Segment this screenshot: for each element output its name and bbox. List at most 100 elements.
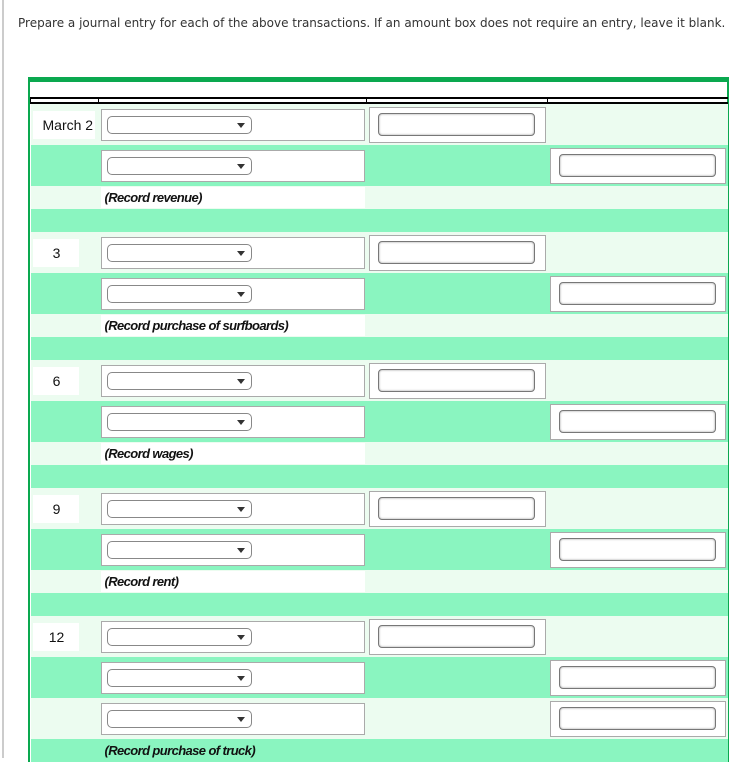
account-select[interactable] [106,540,252,559]
credit-amount-input[interactable] [558,538,716,561]
journal-line-debit: 12 [30,616,728,657]
cell [99,529,367,570]
account-select[interactable] [106,668,252,687]
cell: (Record purchase of surfboards) [99,314,367,337]
memo-row: (Record wages) [30,442,728,465]
cell [367,401,548,442]
debit-amount-input[interactable] [377,369,535,392]
entry-date: 12 [32,622,79,651]
cell [31,145,99,186]
cell [99,145,367,186]
debit-amount-input[interactable] [377,625,535,648]
cell [367,465,548,488]
entry-memo: (Record rent) [100,571,365,592]
account-cell [100,661,365,694]
cell [548,232,728,273]
debit-amount-input[interactable] [377,497,535,520]
account-select[interactable] [106,371,252,390]
cell [367,698,548,739]
cell [367,442,548,465]
account-cell [100,405,365,438]
journal-line-debit: 6 [30,360,728,401]
cell [367,314,548,337]
journal-line-credit [30,698,728,739]
debit-amount-input[interactable] [377,241,535,264]
account-select[interactable] [106,284,252,303]
cell [548,337,728,360]
debit-amount-cell [368,362,546,399]
cell [367,186,548,209]
cell [548,401,728,442]
cell [31,698,99,739]
cell [367,273,548,314]
cell [31,657,99,698]
cell [548,273,728,314]
account-cell [100,236,365,269]
credit-amount-input[interactable] [558,666,716,689]
spacer-row [30,337,728,360]
cell [548,103,728,145]
credit-amount-input[interactable] [558,282,716,305]
account-select[interactable] [106,243,252,262]
cell [548,145,728,186]
cell: 6 [31,360,99,401]
journal-line-credit [30,273,728,314]
cell [31,739,99,762]
spacer-row [30,465,728,488]
credit-amount-cell [549,659,726,696]
cell [31,570,99,593]
account-select[interactable] [106,499,252,518]
account-select[interactable] [106,156,252,175]
credit-amount-input[interactable] [558,707,716,730]
cell [548,698,728,739]
cell [99,232,367,273]
spacer-row [30,209,728,232]
cell [31,401,99,442]
cell [31,442,99,465]
journal-line-credit [30,529,728,570]
instruction-text: Prepare a journal entry for each of the … [18,16,726,30]
cell [31,465,99,488]
credit-amount-cell [549,403,726,440]
cell [548,360,728,401]
debit-amount-input[interactable] [377,113,535,136]
entry-date: March 2 [32,110,96,139]
journal-line-credit [30,145,728,186]
memo-row: (Record rent) [30,570,728,593]
cell: (Record wages) [99,442,367,465]
account-select[interactable] [106,115,252,134]
account-cell [100,277,365,310]
credit-amount-input[interactable] [558,410,716,433]
cell [99,593,367,616]
cell: (Record purchase of truck) [99,739,367,762]
account-select[interactable] [106,412,252,431]
cell [548,529,728,570]
account-cell [100,702,365,735]
cell [367,739,548,762]
account-cell [100,533,365,566]
credit-amount-input[interactable] [558,154,716,177]
journal-line-credit [30,401,728,442]
cell [367,103,548,145]
entry-memo: (Record wages) [100,443,365,464]
cell [99,465,367,488]
entry-date: 6 [32,366,79,395]
memo-row: (Record revenue) [30,186,728,209]
entry-memo: (Record revenue) [100,187,365,208]
account-select[interactable] [106,709,252,728]
debit-amount-cell [368,618,546,655]
cell: 3 [31,232,99,273]
journal-line-debit: 3 [30,232,728,273]
cell [367,337,548,360]
cell [367,593,548,616]
cell [548,465,728,488]
cell [31,273,99,314]
journal-line-credit [30,657,728,698]
cell [99,698,367,739]
cell [548,739,728,762]
account-select[interactable] [106,627,252,646]
credit-amount-cell [549,531,726,568]
left-border [2,0,4,758]
cell [548,593,728,616]
cell: (Record rent) [99,570,367,593]
